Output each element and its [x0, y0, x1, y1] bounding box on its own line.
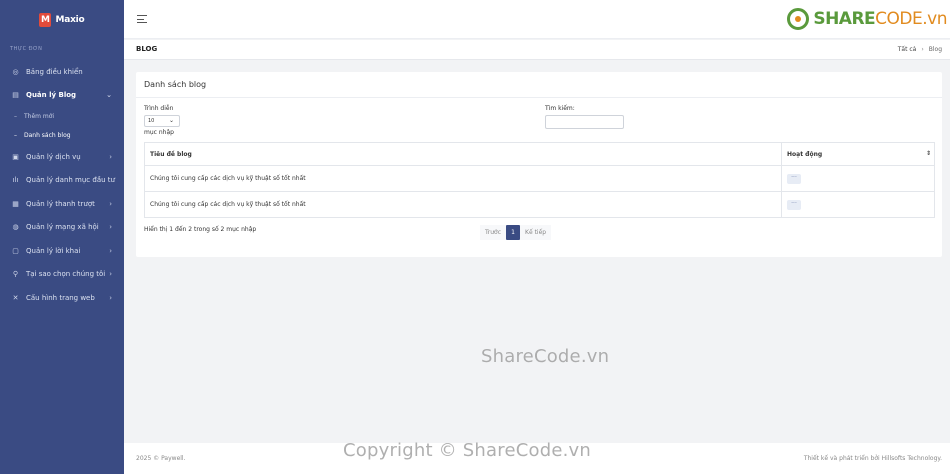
submenu-item-label: Thêm mới — [24, 113, 55, 120]
logo-text: Maxio — [55, 15, 85, 25]
breadcrumb-current: Blog — [928, 46, 942, 53]
chevron-right-icon: › — [109, 199, 112, 208]
chevron-right-icon: › — [109, 223, 112, 232]
submenu-item-add-new[interactable]: – Thêm mới — [0, 107, 124, 126]
sharecode-logo-icon — [787, 8, 810, 30]
prev-page-button[interactable]: Trước — [480, 225, 507, 240]
sidebar-item-testimonials[interactable]: ▢ Quản lý lời khai › — [0, 239, 124, 263]
show-entries-suffix: mục nhập — [144, 129, 174, 136]
chart-icon: ılı — [12, 176, 19, 185]
sort-icon[interactable]: ⇕ — [926, 150, 931, 157]
sharecode-logo: SHARECODE.vn — [787, 8, 947, 30]
blog-icon: ▤ — [12, 91, 19, 100]
sidebar-item-social[interactable]: ◍ Quản lý mạng xã hội › — [0, 216, 124, 240]
page-header: BLOG Tất cả › Blog — [124, 40, 950, 60]
table-info: Hiển thị 1 đến 2 trong số 2 mục nhập — [144, 226, 257, 233]
pagination: Trước 1 Kế tiếp — [480, 225, 552, 240]
hamburger-menu-icon[interactable] — [137, 15, 147, 26]
blog-submenu: – Thêm mới – Danh sách blog — [0, 107, 124, 145]
sidebar-item-label: Quản lý dịch vụ — [26, 152, 81, 161]
show-entries-select[interactable]: 10 ⌄ — [144, 115, 180, 127]
submenu-item-blog-list[interactable]: – Danh sách blog — [0, 126, 124, 145]
sidebar-item-label: Quản lý lời khai — [26, 246, 81, 255]
blog-table: Tiêu đề blog Hoạt động ⇕ Chúng tôi cung … — [144, 142, 935, 218]
footer-copyright: 2025 © Paywell. — [136, 455, 186, 462]
chevron-right-icon: › — [109, 246, 112, 255]
tools-icon: ✕ — [12, 293, 19, 302]
blog-list-card: Danh sách blog Trình diễn 10 ⌄ mục nhập … — [136, 72, 942, 257]
page-1-button[interactable]: 1 — [506, 225, 521, 240]
table-header-row: Tiêu đề blog Hoạt động ⇕ — [144, 142, 935, 166]
search-label: Tìm kiếm: — [545, 105, 575, 112]
chevron-right-icon: › — [109, 293, 112, 302]
slider-icon: ▦ — [12, 199, 19, 208]
next-page-button[interactable]: Kế tiếp — [520, 225, 552, 240]
sidebar-menu: ◎ Bảng điều khiển ▤ Quản lý Blog ⌄ – Thêm… — [0, 60, 124, 310]
brand-logo[interactable]: M Maxio — [0, 0, 124, 40]
sidebar-item-label: Quản lý Blog — [26, 91, 77, 100]
chevron-down-icon: ⌄ — [168, 117, 174, 124]
card-divider — [136, 97, 942, 98]
show-entries-value: 10 — [148, 118, 155, 124]
page-title: BLOG — [136, 45, 158, 53]
actions-cell: ··· — [781, 191, 935, 218]
sidebar-item-site-config[interactable]: ✕ Cấu hình trang web › — [0, 286, 124, 310]
sidebar-item-label: Quản lý mạng xã hội — [26, 223, 99, 232]
sidebar-item-label: Cấu hình trang web — [26, 293, 95, 302]
chevron-right-icon: › — [109, 270, 112, 279]
services-icon: ▣ — [12, 152, 19, 161]
more-actions-button[interactable]: ··· — [787, 199, 801, 210]
card-title: Danh sách blog — [144, 80, 207, 89]
sidebar-item-services[interactable]: ▣ Quản lý dịch vụ › — [0, 145, 124, 169]
submenu-item-label: Danh sách blog — [24, 132, 71, 139]
blog-title-cell: Chúng tôi cung cấp các dịch vụ kỹ thuật … — [144, 165, 782, 192]
table-row: Chúng tôi cung cấp các dịch vụ kỹ thuật … — [144, 191, 935, 218]
blog-title-cell: Chúng tôi cung cấp các dịch vụ kỹ thuật … — [144, 191, 782, 218]
sidebar-item-label: Bảng điều khiển — [26, 67, 83, 76]
breadcrumb-separator-icon: › — [921, 46, 924, 53]
breadcrumb-all[interactable]: Tất cả — [898, 46, 917, 53]
show-entries-label: Trình diễn — [144, 105, 174, 112]
sidebar-item-portfolio[interactable]: ılı Quản lý danh mục đầu tư — [0, 169, 124, 193]
column-header-title[interactable]: Tiêu đề blog — [144, 142, 782, 166]
search-input[interactable] — [545, 115, 624, 129]
testimonial-icon: ▢ — [12, 246, 19, 255]
footer-credit: Thiết kế và phát triển bởi Hillsofts Tec… — [803, 455, 942, 462]
actions-cell: ··· — [781, 165, 935, 192]
why-icon: ⚲ — [12, 270, 19, 279]
chevron-right-icon: › — [109, 152, 112, 161]
more-actions-button[interactable]: ··· — [787, 173, 801, 184]
social-icon: ◍ — [12, 223, 19, 232]
dashboard-icon: ◎ — [12, 67, 19, 76]
sidebar-item-label: Tại sao chọn chúng tôi — [26, 270, 106, 279]
topbar: SHARECODE.vn — [124, 0, 950, 39]
dash-icon: – — [14, 113, 17, 120]
watermark-bottom: Copyright © ShareCode.vn — [343, 440, 592, 461]
sidebar-item-blog[interactable]: ▤ Quản lý Blog ⌄ — [0, 84, 124, 108]
sidebar: M Maxio THỰC ĐƠN ◎ Bảng điều khiển ▤ Quả… — [0, 0, 124, 474]
sidebar-item-label: Quản lý thanh trượt — [26, 199, 95, 208]
menu-caption: THỰC ĐƠN — [10, 46, 43, 52]
breadcrumb: Tất cả › Blog — [898, 46, 942, 53]
dash-icon: – — [14, 132, 17, 139]
column-header-label: Hoạt động — [787, 150, 823, 158]
column-header-actions[interactable]: Hoạt động ⇕ — [781, 142, 935, 166]
sidebar-item-label: Quản lý danh mục đầu tư — [26, 176, 115, 185]
sharecode-logo-text: SHARECODE.vn — [813, 9, 947, 29]
sidebar-item-why-us[interactable]: ⚲ Tại sao chọn chúng tôi › — [0, 263, 124, 287]
logo-mark-icon: M — [39, 13, 52, 27]
table-row: Chúng tôi cung cấp các dịch vụ kỹ thuật … — [144, 165, 935, 192]
sidebar-item-slider[interactable]: ▦ Quản lý thanh trượt › — [0, 192, 124, 216]
chevron-down-icon: ⌄ — [106, 91, 112, 100]
sidebar-item-dashboard[interactable]: ◎ Bảng điều khiển — [0, 60, 124, 84]
watermark-center: ShareCode.vn — [481, 346, 610, 367]
